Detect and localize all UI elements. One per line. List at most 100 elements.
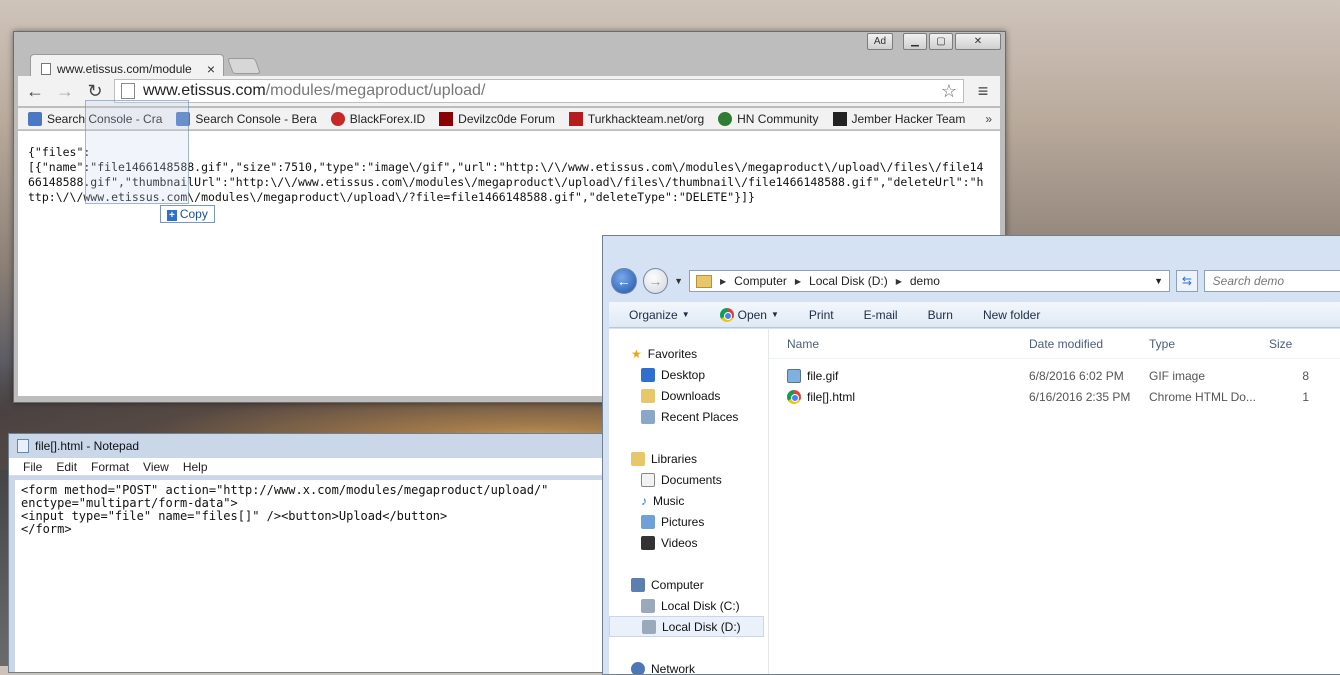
list-header: Name Date modified Type Size bbox=[769, 329, 1340, 359]
explorer-address-bar[interactable]: ▶ Computer ▶ Local Disk (D:) ▶ demo ▼ bbox=[689, 270, 1170, 292]
ad-badge[interactable]: Ad bbox=[867, 33, 893, 50]
menu-edit[interactable]: Edit bbox=[56, 460, 77, 473]
sidebar-item-local-disk-c[interactable]: Local Disk (C:) bbox=[609, 595, 768, 616]
column-name[interactable]: Name bbox=[769, 337, 1029, 351]
command-bar: Organize▼ Open▼ Print E-mail Burn New fo… bbox=[609, 302, 1340, 328]
refresh-icon[interactable]: ⇆ bbox=[1176, 270, 1198, 292]
tab-title: www.etissus.com/module bbox=[57, 62, 201, 76]
chrome-icon bbox=[720, 308, 734, 322]
drive-icon bbox=[642, 620, 656, 634]
sidebar-item-desktop[interactable]: Desktop bbox=[609, 364, 768, 385]
sidebar-item-pictures[interactable]: Pictures bbox=[609, 511, 768, 532]
bookmark-item[interactable]: BlackForex.ID bbox=[331, 112, 425, 126]
sidebar-item-downloads[interactable]: Downloads bbox=[609, 385, 768, 406]
file-row[interactable]: file[].html 6/16/2016 2:35 PM Chrome HTM… bbox=[769, 386, 1340, 407]
new-tab-button[interactable] bbox=[227, 58, 261, 74]
address-dropdown-icon[interactable]: ▼ bbox=[1154, 276, 1163, 286]
recent-places-icon bbox=[641, 410, 655, 424]
minimize-button[interactable]: ▁ bbox=[903, 33, 927, 50]
drive-icon bbox=[641, 599, 655, 613]
column-type[interactable]: Type bbox=[1149, 337, 1269, 351]
menu-file[interactable]: File bbox=[23, 460, 42, 473]
notepad-titlebar[interactable]: file[].html - Notepad bbox=[9, 434, 605, 458]
column-size[interactable]: Size bbox=[1269, 337, 1329, 351]
bookmark-item[interactable]: Devilzc0de Forum bbox=[439, 112, 555, 126]
breadcrumb-computer[interactable]: Computer bbox=[734, 274, 787, 288]
recent-pages-dropdown-icon[interactable]: ▼ bbox=[674, 276, 683, 286]
reload-icon[interactable]: ↻ bbox=[84, 80, 106, 102]
menu-icon[interactable]: ≡ bbox=[972, 81, 994, 102]
tab-bar: www.etissus.com/module × bbox=[14, 52, 1005, 76]
file-type: GIF image bbox=[1149, 369, 1269, 383]
bookmarks-overflow-icon[interactable]: » bbox=[985, 112, 1000, 126]
menu-view[interactable]: View bbox=[143, 460, 169, 473]
burn-button[interactable]: Burn bbox=[928, 308, 953, 322]
music-icon: ♪ bbox=[641, 494, 647, 508]
url-host: www.etissus.com bbox=[143, 82, 266, 100]
notepad-editor[interactable]: <form method="POST" action="http://www.x… bbox=[15, 480, 605, 672]
forward-icon[interactable]: → bbox=[54, 80, 76, 102]
file-date: 6/16/2016 2:35 PM bbox=[1029, 390, 1149, 404]
sidebar-computer[interactable]: Computer bbox=[609, 574, 768, 595]
page-icon bbox=[41, 63, 51, 75]
maximize-button[interactable]: ▢ bbox=[929, 33, 953, 50]
file-row[interactable]: file.gif 6/8/2016 6:02 PM GIF image 8 bbox=[769, 365, 1340, 386]
bookmark-item[interactable]: HN Community bbox=[718, 112, 818, 126]
file-size: 8 bbox=[1269, 369, 1329, 383]
tab-active[interactable]: www.etissus.com/module × bbox=[30, 54, 224, 78]
copy-tooltip: +Copy bbox=[160, 205, 215, 223]
sidebar-item-videos[interactable]: Videos bbox=[609, 532, 768, 553]
navigation-pane: ★Favorites Desktop Downloads Recent Plac… bbox=[609, 329, 769, 675]
explorer-body: ★Favorites Desktop Downloads Recent Plac… bbox=[609, 329, 1340, 675]
print-button[interactable]: Print bbox=[809, 308, 834, 322]
address-bar[interactable]: www.etissus.com /modules/megaproduct/upl… bbox=[114, 79, 964, 103]
pictures-icon bbox=[641, 515, 655, 529]
plus-icon: + bbox=[167, 210, 177, 221]
file-name: file.gif bbox=[807, 369, 838, 383]
folder-icon bbox=[696, 275, 712, 288]
column-date-modified[interactable]: Date modified bbox=[1029, 337, 1149, 351]
menu-format[interactable]: Format bbox=[91, 460, 129, 473]
network-icon bbox=[631, 662, 645, 675]
explorer-navbar: ← → ▼ ▶ Computer ▶ Local Disk (D:) ▶ dem… bbox=[603, 264, 1340, 298]
videos-icon bbox=[641, 536, 655, 550]
sidebar-item-local-disk-d[interactable]: Local Disk (D:) bbox=[609, 616, 764, 637]
bookmark-item[interactable]: Turkhackteam.net/org bbox=[569, 112, 704, 126]
sidebar-libraries[interactable]: Libraries bbox=[609, 448, 768, 469]
file-date: 6/8/2016 6:02 PM bbox=[1029, 369, 1149, 383]
email-button[interactable]: E-mail bbox=[864, 308, 898, 322]
file-list: Name Date modified Type Size file.gif 6/… bbox=[769, 329, 1340, 675]
search-input[interactable]: Search demo bbox=[1204, 270, 1340, 292]
computer-icon bbox=[631, 578, 645, 592]
sidebar-item-documents[interactable]: Documents bbox=[609, 469, 768, 490]
forward-icon[interactable]: → bbox=[643, 268, 669, 294]
new-folder-button[interactable]: New folder bbox=[983, 308, 1040, 322]
breadcrumb-local-disk-d[interactable]: Local Disk (D:) bbox=[809, 274, 888, 288]
libraries-icon bbox=[631, 452, 645, 466]
back-icon[interactable]: ← bbox=[611, 268, 637, 294]
explorer-window: ← → ▼ ▶ Computer ▶ Local Disk (D:) ▶ dem… bbox=[602, 235, 1340, 675]
sidebar-item-recent-places[interactable]: Recent Places bbox=[609, 406, 768, 427]
jember-hacker-team-icon bbox=[833, 112, 847, 126]
window-controls: Ad ▁ ▢ ✕ bbox=[867, 33, 1001, 50]
devilzc0de-icon bbox=[439, 112, 453, 126]
organize-button[interactable]: Organize▼ bbox=[629, 308, 690, 322]
back-icon[interactable]: ← bbox=[24, 80, 46, 102]
close-window-button[interactable]: ✕ bbox=[955, 33, 1001, 50]
page-icon bbox=[121, 83, 135, 99]
open-button[interactable]: Open▼ bbox=[720, 308, 779, 322]
desktop-icon bbox=[641, 368, 655, 382]
tab-close-icon[interactable]: × bbox=[207, 61, 215, 77]
bookmark-item[interactable]: Search Console - Bera bbox=[176, 112, 316, 126]
turkhackteam-icon bbox=[569, 112, 583, 126]
sidebar-network[interactable]: Network bbox=[609, 658, 768, 675]
bookmark-item[interactable]: Jember Hacker Team bbox=[833, 112, 966, 126]
sidebar-item-music[interactable]: ♪Music bbox=[609, 490, 768, 511]
breadcrumb-demo[interactable]: demo bbox=[910, 274, 940, 288]
notepad-icon bbox=[17, 439, 29, 453]
blackforex-icon bbox=[331, 112, 345, 126]
bookmark-star-icon[interactable]: ☆ bbox=[941, 81, 957, 102]
menu-help[interactable]: Help bbox=[183, 460, 208, 473]
sidebar-favorites[interactable]: ★Favorites bbox=[609, 343, 768, 364]
notepad-title: file[].html - Notepad bbox=[35, 439, 139, 453]
